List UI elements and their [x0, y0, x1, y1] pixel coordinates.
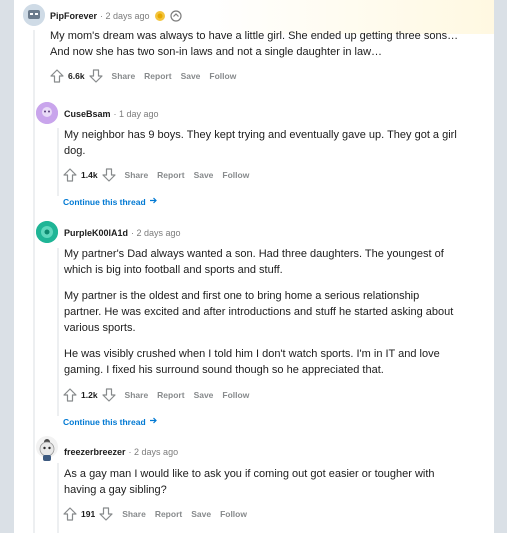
report-button[interactable]: Report [157, 390, 184, 400]
vote-score: 6.6k [68, 71, 85, 81]
downvote-icon[interactable] [101, 168, 116, 182]
save-button[interactable]: Save [181, 71, 201, 81]
timestamp[interactable]: · 2 days ago [131, 228, 181, 238]
vote-score: 191 [81, 509, 96, 519]
continue-thread-label: Continue this thread [63, 196, 146, 207]
avatar[interactable] [36, 436, 58, 461]
vote-score: 1.2k [81, 390, 98, 400]
report-button[interactable]: Report [157, 170, 184, 180]
comment-meta: CuseBsam · 1 day ago [64, 109, 159, 119]
arrow-right-icon [149, 416, 158, 427]
arrow-right-icon [149, 196, 158, 207]
continue-thread-label: Continue this thread [63, 416, 146, 427]
comment-paragraph: He was visibly crushed when I told him I… [64, 348, 440, 376]
save-button[interactable]: Save [194, 390, 214, 400]
report-button[interactable]: Report [155, 509, 182, 519]
follow-button[interactable]: Follow [209, 71, 236, 81]
save-button[interactable]: Save [194, 170, 214, 180]
thread-line [57, 248, 59, 416]
share-button[interactable]: Share [125, 170, 149, 180]
avatar[interactable] [36, 102, 58, 124]
upvote-icon[interactable] [63, 168, 77, 182]
comment-meta: freezerbreezer · 2 days ago [64, 447, 178, 457]
vote-score: 1.4k [81, 170, 98, 180]
share-button[interactable]: Share [122, 509, 146, 519]
comment-actions: 191 Share Report Save Follow [63, 507, 247, 521]
follow-button[interactable]: Follow [220, 509, 247, 519]
downvote-icon[interactable] [88, 69, 103, 83]
save-button[interactable]: Save [191, 509, 211, 519]
username[interactable]: PurpleK00lA1d [64, 228, 128, 238]
comments-panel: PipForever · 2 days ago My mom's dream w… [14, 0, 494, 533]
comment-body: My partner's Dad always wanted a son. Ha… [64, 246, 459, 388]
share-button[interactable]: Share [125, 390, 149, 400]
comment-paragraph: My partner is the oldest and first one t… [64, 290, 454, 334]
username[interactable]: freezerbreezer [64, 447, 126, 457]
downvote-icon[interactable] [99, 507, 113, 521]
comment-paragraph: My partner's Dad always wanted a son. Ha… [64, 248, 444, 276]
timestamp[interactable]: · 1 day ago [114, 109, 159, 119]
avatar[interactable] [23, 4, 45, 26]
share-button[interactable]: Share [112, 71, 136, 81]
comment-paragraph: My neighbor has 9 boys. They kept trying… [64, 129, 457, 157]
comment-paragraph: My mom's dream was always to have a litt… [50, 30, 459, 58]
comment-body: As a gay man I would like to ask you if … [64, 466, 459, 508]
comment-body: My neighbor has 9 boys. They kept trying… [64, 127, 464, 169]
timestamp[interactable]: · 2 days ago [129, 447, 179, 457]
username[interactable]: CuseBsam [64, 109, 111, 119]
report-button[interactable]: Report [144, 71, 171, 81]
thread-line [57, 463, 59, 533]
comment-body: My mom's dream was always to have a litt… [50, 28, 460, 70]
gold-award-icon[interactable] [154, 10, 166, 22]
username[interactable]: PipForever [50, 11, 97, 21]
comment-actions: 1.2k Share Report Save Follow [63, 388, 249, 402]
upvote-icon[interactable] [63, 388, 77, 402]
avatar[interactable] [36, 221, 58, 243]
comment-actions: 6.6k Share Report Save Follow [50, 69, 236, 83]
helpful-award-icon[interactable] [169, 10, 182, 22]
comment-meta: PurpleK00lA1d · 2 days ago [64, 228, 181, 238]
continue-thread-link[interactable]: Continue this thread [63, 196, 158, 207]
follow-button[interactable]: Follow [222, 390, 249, 400]
follow-button[interactable]: Follow [222, 170, 249, 180]
upvote-icon[interactable] [50, 69, 64, 83]
comment-meta: PipForever · 2 days ago [50, 10, 182, 22]
comment-paragraph: As a gay man I would like to ask you if … [64, 468, 435, 496]
comment-actions: 1.4k Share Report Save Follow [63, 168, 249, 182]
timestamp[interactable]: · 2 days ago [100, 11, 150, 21]
downvote-icon[interactable] [101, 388, 116, 402]
thread-line [57, 128, 59, 196]
continue-thread-link[interactable]: Continue this thread [63, 416, 158, 427]
thread-line [33, 30, 35, 533]
upvote-icon[interactable] [63, 507, 77, 521]
